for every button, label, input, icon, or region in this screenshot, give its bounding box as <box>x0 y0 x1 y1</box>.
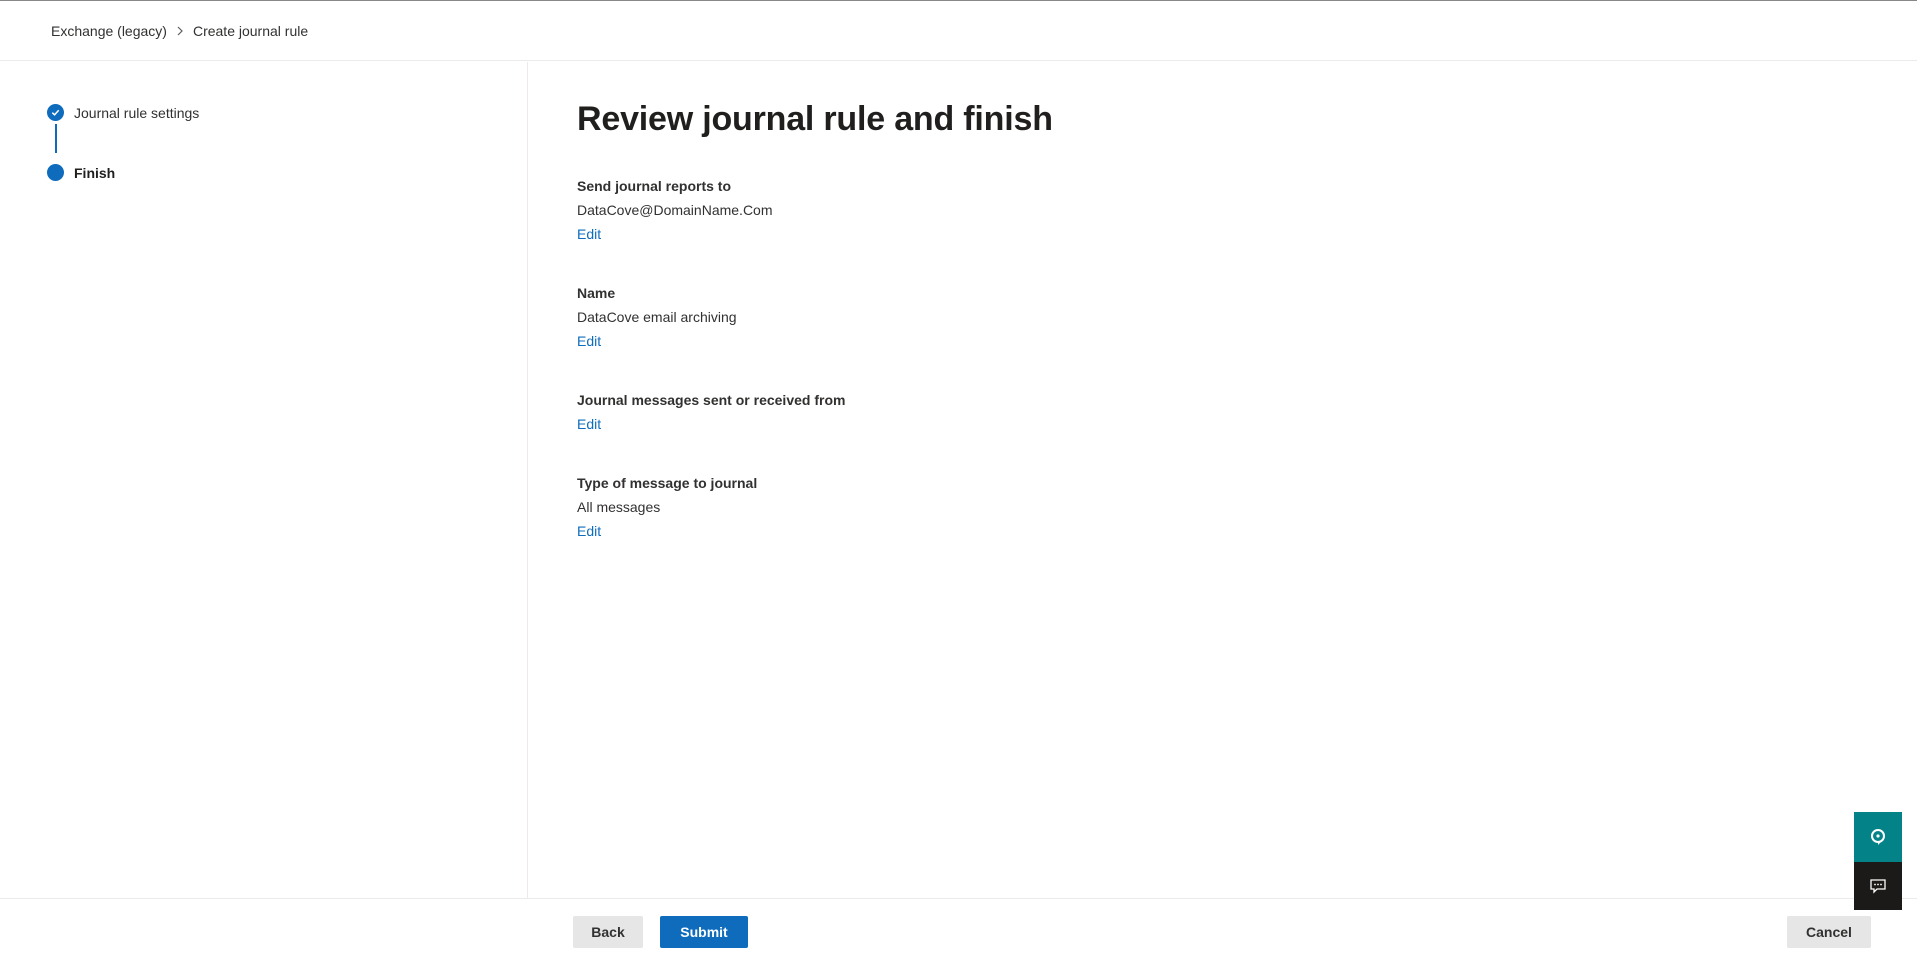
submit-button[interactable]: Submit <box>660 916 748 948</box>
section-type-of-message: Type of message to journal All messages … <box>577 473 757 541</box>
feedback-icon[interactable] <box>1854 862 1902 910</box>
section-value: All messages <box>577 499 661 515</box>
step-journal-rule-settings[interactable]: Journal rule settings <box>47 104 199 121</box>
checkmark-icon <box>47 104 64 121</box>
edit-name-link[interactable]: Edit <box>577 331 601 351</box>
review-panel: Review journal rule and finish Send jour… <box>577 62 1877 898</box>
section-name: Name DataCove email archiving Edit <box>577 283 737 351</box>
section-journal-messages-from: Journal messages sent or received from E… <box>577 390 845 434</box>
current-step-dot-icon <box>47 164 64 181</box>
cancel-button[interactable]: Cancel <box>1787 916 1871 948</box>
chevron-right-icon <box>167 25 193 37</box>
wizard-steps-panel: Journal rule settings Finish <box>0 62 528 898</box>
step-connector <box>55 124 57 153</box>
section-value: DataCove email archiving <box>577 309 737 325</box>
step-label: Finish <box>74 164 116 181</box>
page-title: Review journal rule and finish <box>577 100 1053 138</box>
section-label: Name <box>577 285 616 301</box>
back-button[interactable]: Back <box>573 916 643 948</box>
edit-type-of-message-link[interactable]: Edit <box>577 521 601 541</box>
breadcrumb-item-create-journal-rule: Create journal rule <box>192 22 309 39</box>
footer-bar: Back Submit Cancel <box>0 898 1917 958</box>
step-finish[interactable]: Finish <box>47 164 115 181</box>
edit-journal-messages-from-link[interactable]: Edit <box>577 414 601 434</box>
section-value: DataCove@DomainName.Com <box>577 202 773 218</box>
breadcrumb: Exchange (legacy) Create journal rule <box>0 1 1917 61</box>
section-label: Type of message to journal <box>577 475 758 491</box>
section-label: Journal messages sent or received from <box>577 392 846 408</box>
help-icon[interactable] <box>1854 812 1902 862</box>
breadcrumb-item-exchange-legacy[interactable]: Exchange (legacy) <box>51 23 167 39</box>
section-send-journal-reports-to: Send journal reports to DataCove@DomainN… <box>577 176 773 244</box>
step-label: Journal rule settings <box>74 104 200 121</box>
edit-send-journal-reports-link[interactable]: Edit <box>577 224 601 244</box>
section-label: Send journal reports to <box>577 178 732 194</box>
